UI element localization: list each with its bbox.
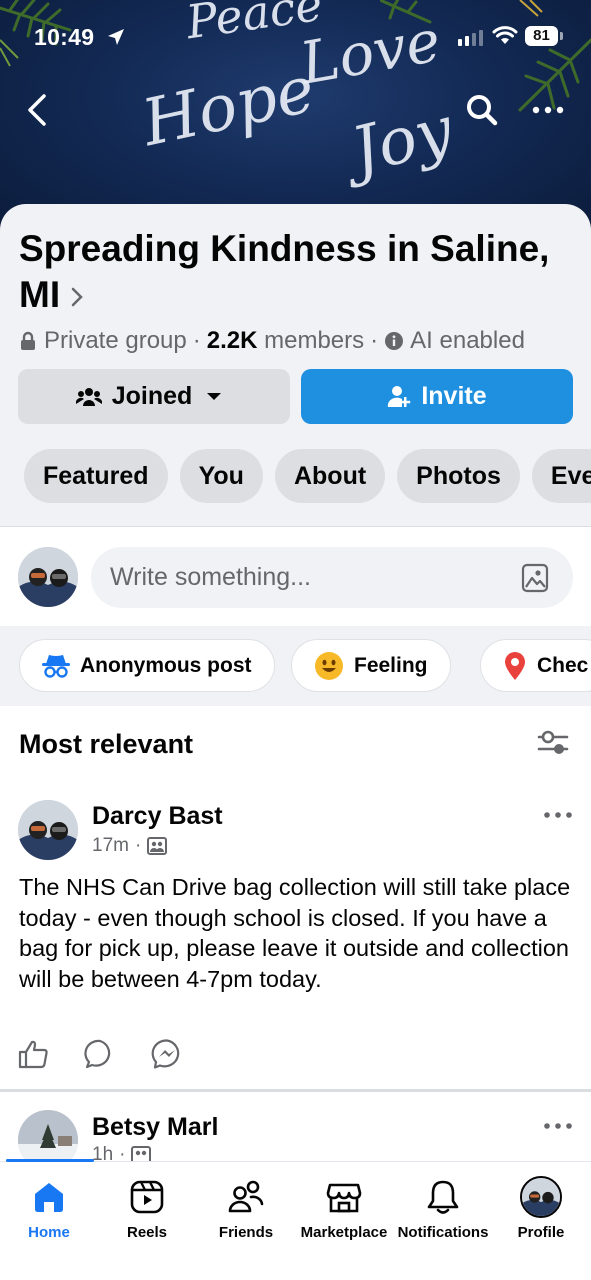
avatar[interactable] — [18, 800, 78, 860]
group-title[interactable]: Spreading Kindness in Saline, MI — [19, 226, 579, 318]
nav-reels[interactable]: Reels — [97, 1176, 197, 1241]
group-name: Spreading Kindness in Saline, MI — [19, 228, 550, 315]
privacy-label: Private group — [44, 327, 187, 354]
add-person-icon — [388, 385, 411, 407]
comment-icon[interactable] — [84, 1038, 116, 1070]
check-in-label: Chec — [537, 653, 589, 677]
location-pin-icon — [505, 651, 525, 680]
avatar[interactable] — [18, 547, 78, 607]
photo-icon[interactable] — [521, 563, 549, 593]
more-options-icon[interactable] — [543, 808, 573, 822]
post-author[interactable]: Darcy Bast — [92, 802, 223, 831]
info-icon — [385, 332, 404, 350]
filter-sliders-icon[interactable] — [537, 728, 569, 758]
bottom-navigation: Home Reels Friends Marketplace Notificat… — [0, 1159, 591, 1280]
friends-icon — [228, 1180, 264, 1213]
marketplace-icon — [326, 1183, 362, 1213]
status-bar: 10:49 81 — [0, 0, 591, 74]
group-tabs: Featured You About Photos Eve — [24, 449, 591, 503]
nav-reels-label: Reels — [126, 1224, 168, 1241]
wifi-icon — [492, 26, 518, 44]
feeling-label: Feeling — [354, 653, 428, 677]
tab-about[interactable]: About — [274, 449, 386, 503]
tab-you[interactable]: You — [179, 449, 263, 503]
back-button[interactable] — [22, 90, 52, 130]
invite-button[interactable]: Invite — [301, 369, 573, 424]
smiley-icon — [315, 651, 343, 680]
caret-down-icon — [207, 392, 222, 400]
write-something-input[interactable]: Write something... — [91, 547, 573, 608]
post-separator — [0, 1089, 591, 1092]
reels-icon — [130, 1180, 164, 1214]
composer-placeholder: Write something... — [110, 563, 312, 591]
nav-home[interactable]: Home — [0, 1176, 99, 1241]
nav-marketplace-label: Marketplace — [300, 1224, 388, 1241]
nav-profile[interactable]: Profile — [491, 1176, 591, 1241]
post-composer: Write something... — [0, 527, 591, 627]
anonymous-post-chip[interactable]: Anonymous post — [19, 639, 275, 692]
check-in-chip[interactable]: Chec — [480, 639, 591, 692]
avatar — [520, 1176, 562, 1218]
more-options-icon[interactable] — [543, 1119, 573, 1133]
nav-marketplace[interactable]: Marketplace — [294, 1176, 394, 1241]
nav-notifications-label: Notifications — [397, 1224, 489, 1241]
nav-notifications[interactable]: Notifications — [393, 1176, 493, 1241]
lock-icon — [21, 331, 35, 350]
cover-word-joy: Joy — [344, 92, 460, 190]
location-arrow-icon — [108, 29, 124, 45]
cellular-signal-icon — [458, 30, 483, 46]
group-audience-icon — [147, 837, 168, 855]
joined-button[interactable]: Joined — [18, 369, 290, 424]
nav-friends[interactable]: Friends — [196, 1176, 296, 1241]
joined-label: Joined — [111, 382, 193, 410]
sort-label[interactable]: Most relevant — [19, 729, 193, 760]
messenger-share-icon[interactable] — [151, 1038, 183, 1070]
member-count[interactable]: 2.2K — [207, 327, 258, 355]
tab-events[interactable]: Eve — [531, 449, 591, 503]
bell-icon — [427, 1180, 459, 1214]
post-author[interactable]: Betsy Marl — [92, 1113, 218, 1142]
feeling-chip[interactable]: Feeling — [291, 639, 451, 692]
group-meta: Private group · 2.2K members · AI enable… — [20, 327, 525, 355]
like-icon[interactable] — [18, 1038, 50, 1070]
home-icon — [35, 1183, 63, 1212]
post-time[interactable]: 17m — [92, 835, 129, 857]
composer-options-bar: Anonymous post Feeling Chec — [0, 626, 591, 706]
tab-photos[interactable]: Photos — [397, 449, 520, 503]
nav-home-label: Home — [28, 1224, 70, 1241]
tab-featured[interactable]: Featured — [24, 449, 168, 503]
chevron-right-icon — [71, 287, 83, 307]
group-members-icon — [75, 387, 102, 406]
nav-profile-label: Profile — [517, 1224, 565, 1241]
nav-friends-label: Friends — [218, 1224, 274, 1241]
battery-indicator: 81 — [525, 26, 563, 46]
members-label[interactable]: members — [264, 327, 364, 355]
post-text: The NHS Can Drive bag collection will st… — [19, 874, 571, 992]
active-tab-indicator — [6, 1159, 94, 1162]
invite-label: Invite — [421, 382, 487, 410]
ai-enabled-label[interactable]: AI enabled — [410, 327, 525, 355]
search-icon[interactable] — [464, 92, 500, 128]
incognito-icon — [42, 654, 70, 678]
post-meta: 17m · — [92, 835, 168, 857]
more-options-icon[interactable] — [530, 98, 566, 122]
anonymous-post-label: Anonymous post — [80, 653, 252, 677]
status-time: 10:49 — [34, 24, 95, 50]
